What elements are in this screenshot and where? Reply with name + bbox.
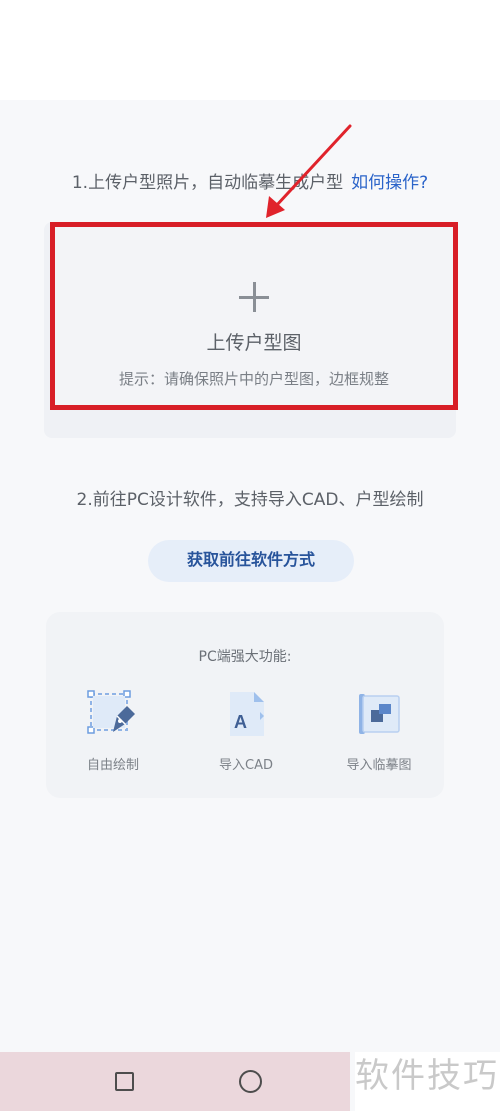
feature-label: 自由绘制 — [86, 758, 139, 773]
feature-import-cad[interactable]: A 导入CAD — [196, 688, 296, 773]
system-navigation-bar — [0, 1052, 350, 1111]
step1-text: 1.上传户型照片，自动临摹生成户型 — [71, 173, 344, 193]
feature-free-draw[interactable]: 自由绘制 — [63, 688, 163, 773]
watermark: 软件技巧 — [355, 1052, 500, 1111]
upload-floorplan-area[interactable]: 上传户型图 提示：请确保照片中的户型图，边框规整 — [50, 222, 458, 410]
circle-icon[interactable] — [239, 1070, 262, 1093]
upload-title: 上传户型图 — [206, 332, 302, 354]
get-software-button[interactable]: 获取前往软件方式 — [148, 540, 354, 582]
svg-text:A: A — [234, 712, 247, 732]
feature-label: 导入CAD — [219, 758, 273, 773]
square-icon[interactable] — [115, 1072, 134, 1091]
feature-import-trace[interactable]: 导入临摹图 — [329, 688, 429, 773]
step1-instruction: 1.上传户型照片，自动临摹生成户型 如何操作? — [0, 168, 500, 193]
import-cad-icon: A — [220, 688, 272, 740]
step2-instruction: 2.前往PC设计软件，支持导入CAD、户型绘制 — [76, 490, 424, 510]
import-trace-icon — [353, 688, 405, 740]
how-to-link[interactable]: 如何操作? — [351, 173, 428, 193]
free-draw-icon — [87, 688, 139, 740]
upload-hint: 提示：请确保照片中的户型图，边框规整 — [118, 370, 389, 388]
top-blank-area — [0, 0, 500, 100]
plus-icon — [55, 279, 453, 315]
pc-features-title: PC端强大功能: — [198, 649, 292, 665]
pc-features-card: PC端强大功能: 自由绘制 A 导入CAD 导入临摹图 — [46, 612, 444, 798]
feature-label: 导入临摹图 — [346, 758, 412, 773]
